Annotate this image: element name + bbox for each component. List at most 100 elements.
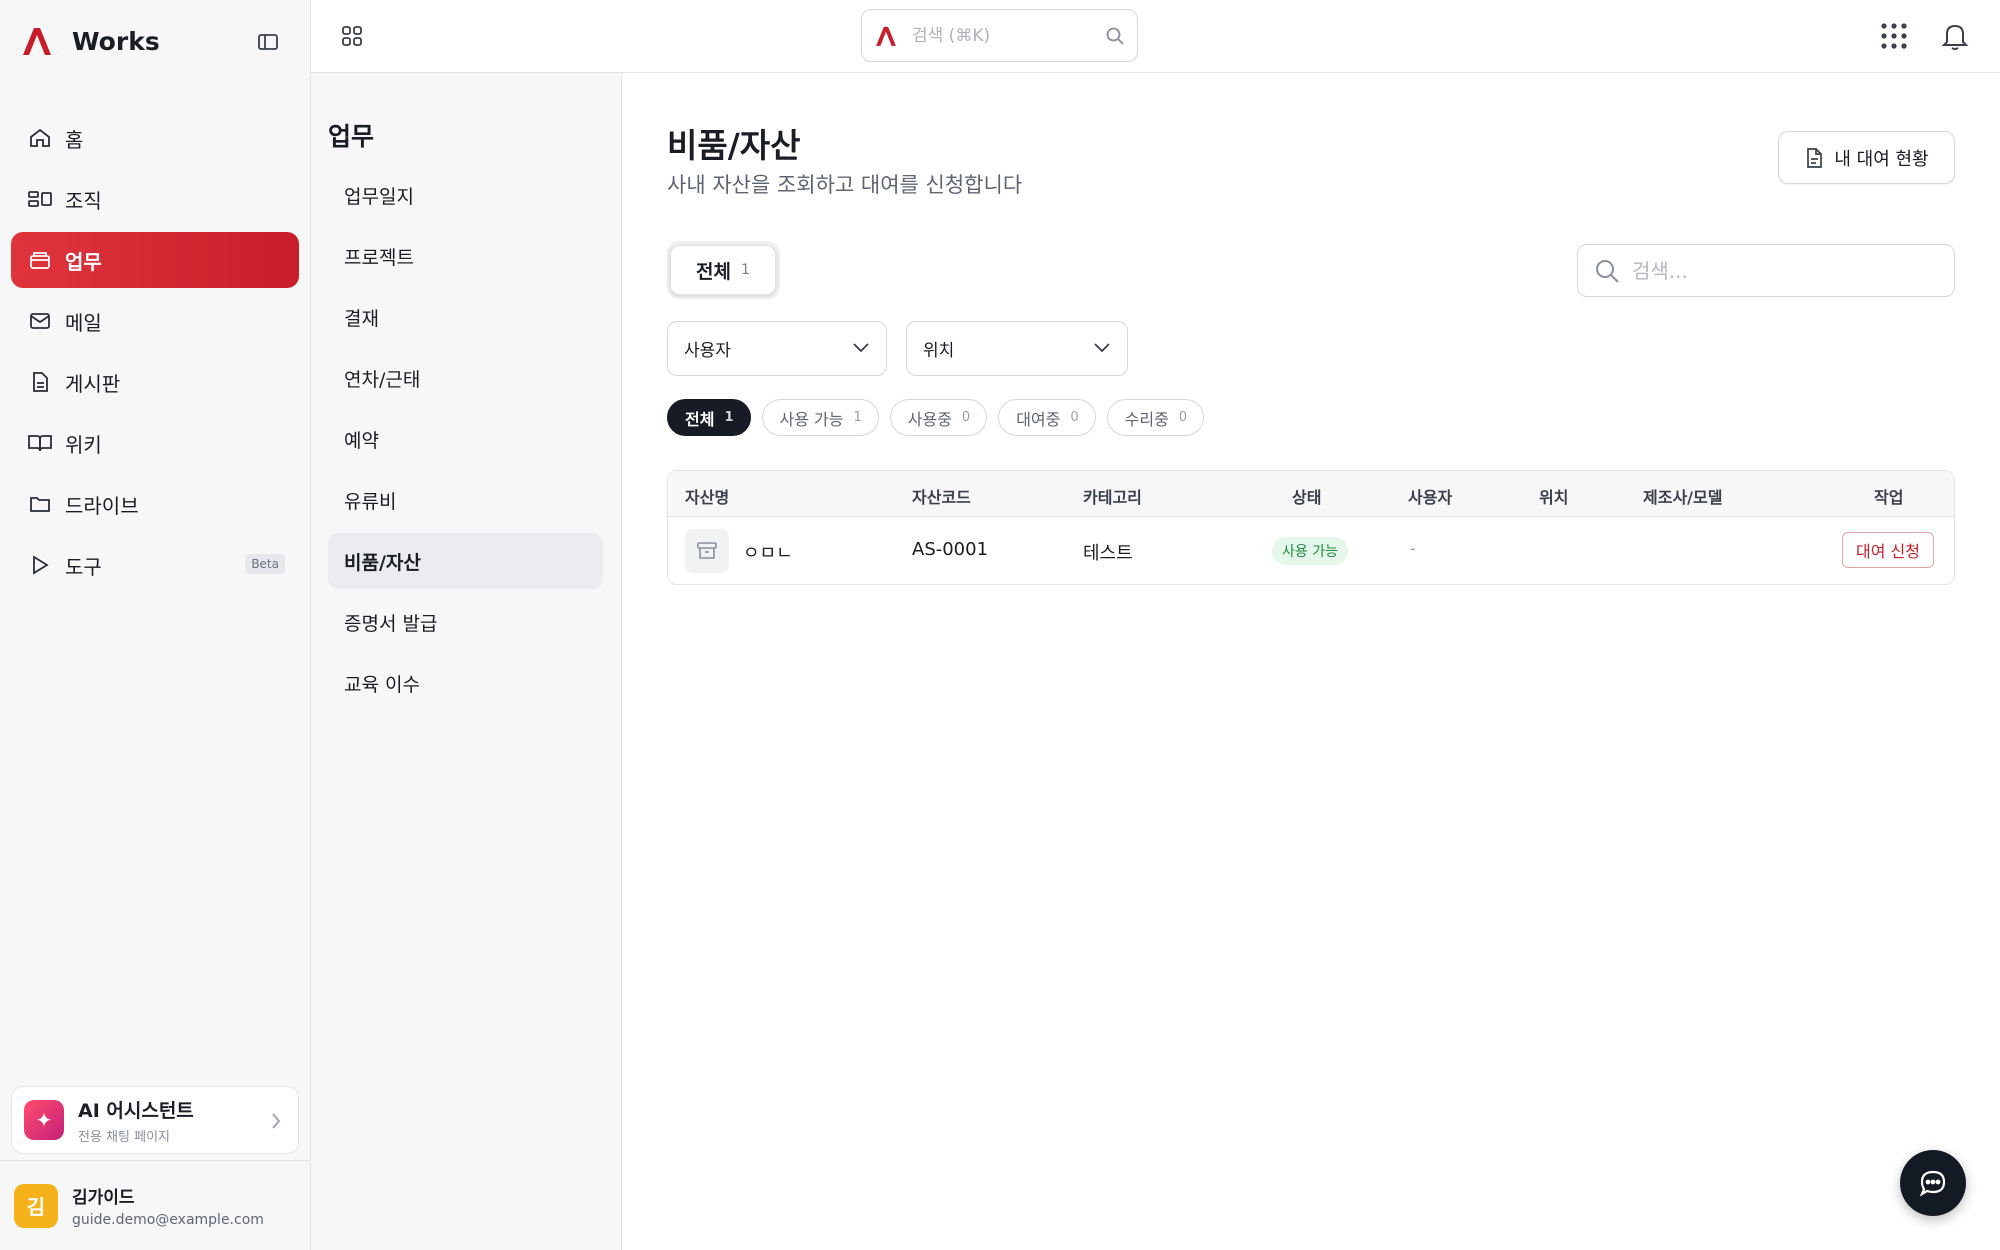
status-filter-chips: 전체 1 사용 가능 1 사용중 0 대여중 0 수리중 0 [667,399,1205,436]
logo-icon [23,28,51,55]
chip-label: 전체 [685,409,715,429]
col-location[interactable]: 위치 [1539,484,1568,508]
sidebar-item-mail[interactable]: 메일 [11,293,299,349]
brand-name: Works [72,26,160,56]
location-filter-value: 위치 [923,341,955,361]
page-subtitle: 사내 자산을 조회하고 대여를 신청합니다 [667,173,1023,197]
sparkle-icon: ✦ [24,1100,64,1140]
tab-all[interactable]: 전체 1 [670,245,776,295]
logo-icon [876,26,896,46]
sidebar-item-board[interactable]: 게시판 [11,354,299,410]
sidebar-item-label: 드라이브 [65,493,139,518]
user-filter-select[interactable]: 사용자 [667,321,887,376]
page-title: 비품/자산 [667,126,801,165]
chat-fab-button[interactable] [1900,1150,1966,1216]
org-icon [27,186,53,212]
sidebar-item-wiki[interactable]: 위키 [11,415,299,471]
subnav-list: 업무일지 프로젝트 결재 연차/근태 예약 유류비 비품/자산 증명서 발급 교… [328,167,603,716]
chip-label: 대여중 [1016,409,1061,429]
my-rental-status-button[interactable]: 내 대여 현황 [1778,131,1955,184]
col-status[interactable]: 상태 [1292,484,1321,508]
document-icon [1807,147,1823,168]
archive-icon [685,529,729,573]
asset-search[interactable] [1577,244,1955,297]
col-model[interactable]: 제조사/모델 [1643,484,1722,508]
app-launcher-icon[interactable] [1880,22,1908,50]
subnav-item-fuel[interactable]: 유류비 [328,472,603,528]
chip-count: 1 [724,410,734,425]
user-profile[interactable]: 김 김가이드 guide.demo@example.com [0,1160,311,1250]
chevron-right-icon [272,1113,281,1129]
main-content: 비품/자산 사내 자산을 조회하고 대여를 신청합니다 내 대여 현황 전체 1… [622,73,2000,1250]
col-asset-code[interactable]: 자산코드 [912,484,971,508]
tab-label: 전체 [696,260,732,283]
sidebar-toggle-icon[interactable] [256,30,280,54]
chip-label: 수리중 [1124,409,1169,429]
apps-grid-icon[interactable] [340,24,364,48]
chip-available[interactable]: 사용 가능 1 [761,399,879,436]
subnav-item-leave[interactable]: 연차/근태 [328,350,603,406]
sidebar-item-label: 메일 [65,310,102,335]
bell-icon[interactable] [1941,21,1969,51]
sidebar-item-org[interactable]: 조직 [11,171,299,227]
brand[interactable]: Works [20,26,160,56]
sidebar-item-label: 홈 [65,127,84,152]
sidebar-item-drive[interactable]: 드라이브 [11,476,299,532]
work-icon [27,247,53,273]
chip-in-use[interactable]: 사용중 0 [889,399,988,436]
subnav-item-training[interactable]: 교육 이수 [328,655,603,711]
search-icon [1596,259,1619,283]
main-nav: 홈 조직 업무 메일 게시판 위키 드라이브 도구 Beta [11,110,299,598]
beta-badge: Beta [245,554,285,574]
col-asset-name[interactable]: 자산명 [685,484,729,508]
asset-user: - [1410,539,1416,558]
subnav-item-reservation[interactable]: 예약 [328,411,603,467]
ai-assistant-card[interactable]: ✦ AI 어시스턴트 전용 채팅 페이지 [11,1086,299,1154]
chip-rented[interactable]: 대여중 0 [998,399,1096,436]
play-icon [27,552,53,578]
search-icon[interactable] [1105,26,1125,46]
subnav-item-approval[interactable]: 결재 [328,289,603,345]
sub-nav: 업무 업무일지 프로젝트 결재 연차/근태 예약 유류비 비품/자산 증명서 발… [311,73,622,1250]
sidebar-item-label: 업무 [65,249,102,274]
sidebar-item-label: 게시판 [65,371,121,396]
asset-name[interactable]: ㅇㅁㄴ [743,539,793,565]
sidebar-item-tools[interactable]: 도구 Beta [11,537,299,593]
table-header: 자산명 자산코드 카테고리 상태 사용자 위치 제조사/모델 작업 [668,471,1954,517]
chip-count: 0 [961,410,971,425]
subnav-item-certificate[interactable]: 증명서 발급 [328,594,603,650]
chip-count: 1 [853,410,862,425]
chip-all[interactable]: 전체 1 [667,399,751,436]
subnav-item-assets[interactable]: 비품/자산 [328,533,603,589]
mail-icon [27,308,53,334]
asset-code: AS-0001 [912,539,989,560]
global-search[interactable] [861,9,1138,62]
rent-request-button[interactable]: 대여 신청 [1842,532,1934,568]
chip-label: 사용중 [907,409,952,429]
sidebar-item-home[interactable]: 홈 [11,110,299,166]
chip-repair[interactable]: 수리중 0 [1106,399,1205,436]
col-action: 작업 [1874,488,1904,507]
subnav-item-worklog[interactable]: 업무일지 [328,167,603,223]
asset-search-input[interactable] [1632,258,1932,283]
chat-bubble-icon [1919,1170,1946,1197]
table-row[interactable]: ㅇㅁㄴ AS-0001 테스트 사용 가능 - 대여 신청 [668,517,1954,584]
chevron-down-icon [1094,343,1110,353]
asset-category: 테스트 [1083,543,1133,564]
board-icon [27,369,53,395]
col-user[interactable]: 사용자 [1408,484,1452,508]
sidebar-item-work[interactable]: 업무 [11,232,299,288]
sidebar-item-label: 도구 [65,554,102,579]
tab-count: 1 [741,262,750,278]
user-email: guide.demo@example.com [72,1212,264,1228]
location-filter-select[interactable]: 위치 [906,321,1128,376]
user-name: 김가이드 [72,1188,135,1208]
home-icon [27,125,53,151]
avatar: 김 [14,1183,58,1228]
col-category[interactable]: 카테고리 [1083,484,1142,508]
sidebar-item-label: 조직 [65,188,102,213]
subnav-item-project[interactable]: 프로젝트 [328,228,603,284]
folder-icon [27,491,53,517]
global-search-input[interactable] [912,25,1082,46]
chip-label: 사용 가능 [779,409,844,429]
